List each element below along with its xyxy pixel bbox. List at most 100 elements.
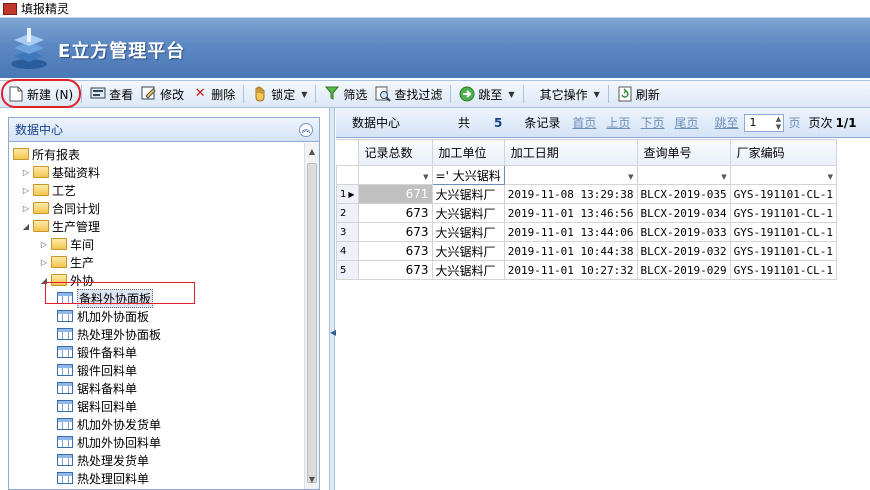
other-ops-button[interactable]: 其它操作 ▼	[536, 83, 604, 105]
tree-collapsed-icon[interactable]: ▷	[21, 204, 31, 213]
tree-report-item[interactable]: 热处理外协安排单	[57, 487, 173, 489]
date-cell[interactable]: 2019-11-01 13:46:56	[503, 203, 638, 223]
filter-dropdown-icon[interactable]: ▼	[628, 173, 633, 181]
tree-report-item[interactable]: 热处理发货单	[57, 451, 149, 469]
table-row[interactable]: 5 673 大兴锯料厂 2019-11-01 10:27:32 BLCX-2019-02…	[336, 260, 837, 280]
tree-collapsed-icon[interactable]: ▷	[39, 258, 49, 267]
search-filter-button[interactable]: 查找过滤	[371, 83, 446, 105]
tree-report-item[interactable]: 锻件备料单	[57, 343, 137, 361]
scrollbar-thumb[interactable]	[307, 163, 317, 483]
row-number[interactable]: 4	[336, 241, 359, 261]
lock-button[interactable]: 锁定 ▼	[248, 83, 311, 105]
jump-dropdown-icon[interactable]: ▼	[508, 90, 514, 99]
tree-expanded-icon[interactable]: ◢	[21, 222, 31, 231]
date-cell[interactable]: 2019-11-01 10:44:38	[503, 241, 638, 261]
row-number[interactable]: 1 ▶	[336, 184, 359, 204]
record-count-cell[interactable]: 673	[357, 260, 433, 280]
vendor-code-cell[interactable]: GYS-191101-CL-1	[729, 184, 837, 204]
filter-cell[interactable]: ▼	[357, 165, 433, 185]
tree-collapsed-icon[interactable]: ▷	[21, 186, 31, 195]
table-row[interactable]: 4 673 大兴锯料厂 2019-11-01 10:44:38 BLCX-2019-03…	[336, 241, 837, 261]
other-ops-dropdown-icon[interactable]: ▼	[594, 90, 600, 99]
vendor-code-cell[interactable]: GYS-191101-CL-1	[729, 241, 837, 261]
first-page-link[interactable]: 首页	[572, 114, 596, 131]
page-number-input[interactable]: 1 ▲ ▼	[744, 113, 785, 132]
query-number-cell[interactable]: BLCX-2019-032	[636, 241, 731, 261]
edit-button[interactable]: 修改	[137, 83, 188, 105]
unit-cell[interactable]: 大兴锯料厂	[431, 260, 505, 280]
vendor-code-cell[interactable]: GYS-191101-CL-1	[729, 260, 837, 280]
record-count-cell[interactable]: 673	[357, 222, 433, 242]
filter-cell[interactable]: ▼	[503, 165, 638, 185]
last-page-link[interactable]: 尾页	[674, 114, 698, 131]
column-header[interactable]: 厂家编码	[729, 139, 837, 166]
tree-expanded-icon[interactable]: ◢	[39, 276, 49, 285]
column-header[interactable]: 加工日期	[503, 139, 638, 166]
filter-cell[interactable]: ▼	[729, 165, 837, 185]
record-count-cell[interactable]: 673	[357, 203, 433, 223]
tree-collapsed-icon[interactable]: ▷	[39, 240, 49, 249]
filter-dropdown-icon[interactable]: ▼	[828, 173, 833, 181]
unit-cell[interactable]: 大兴锯料厂	[431, 222, 505, 242]
filter-button[interactable]: 筛选	[320, 83, 371, 105]
tree-folder-item[interactable]: ▷ 车间	[39, 235, 94, 253]
query-number-cell[interactable]: BLCX-2019-034	[636, 203, 731, 223]
scroll-down-icon[interactable]: ▼	[305, 473, 319, 487]
jump-button[interactable]: 跳至 ▼	[455, 83, 518, 105]
prev-page-link[interactable]: 上页	[606, 114, 630, 131]
query-number-cell[interactable]: BLCX-2019-033	[636, 222, 731, 242]
tree-report-item[interactable]: 锯料备料单	[57, 379, 137, 397]
date-cell[interactable]: 2019-11-01 10:27:32	[503, 260, 638, 280]
column-header[interactable]: 记录总数	[357, 139, 433, 166]
tree-report-item[interactable]: 机加外协回料单	[57, 433, 161, 451]
tree-folder-item[interactable]: ▷ 合同计划	[21, 199, 100, 217]
filter-cell[interactable]: =' 大兴锯料	[431, 165, 505, 185]
date-cell[interactable]: 2019-11-01 13:44:06	[503, 222, 638, 242]
vendor-code-cell[interactable]: GYS-191101-CL-1	[729, 222, 837, 242]
column-header[interactable]: 查询单号	[636, 139, 731, 166]
table-row[interactable]: 2 673 大兴锯料厂 2019-11-01 13:46:56 BLCX-2019-03…	[336, 203, 837, 223]
tree-scrollbar[interactable]: ▲ ▼	[304, 143, 319, 489]
record-count-cell[interactable]: 671	[357, 184, 433, 204]
tree-report-item[interactable]: 机加外协面板	[57, 307, 149, 325]
next-page-link[interactable]: 下页	[640, 114, 664, 131]
page-spinner-icon[interactable]: ▲ ▼	[773, 115, 783, 131]
delete-button[interactable]: ✕ 删除	[188, 83, 239, 105]
lock-dropdown-icon[interactable]: ▼	[301, 90, 307, 99]
tree-folder-item[interactable]: ▷ 基础资料	[21, 163, 100, 181]
column-header[interactable]: 加工单位	[431, 139, 505, 166]
collapse-panel-icon[interactable]: ︽	[299, 122, 313, 137]
row-number[interactable]: 3	[336, 222, 359, 242]
filter-dropdown-icon[interactable]: ▼	[721, 173, 726, 181]
record-count-cell[interactable]: 673	[357, 241, 433, 261]
tree-folder-item[interactable]: ▷ 工艺	[21, 181, 76, 199]
tree-folder-item[interactable]: 所有报表	[13, 145, 80, 163]
new-button[interactable]: 新建 (N)	[4, 83, 77, 105]
tree-report-item[interactable]: 热处理回料单	[57, 469, 149, 487]
tree-folder-item[interactable]: ◢ 生产管理	[21, 217, 100, 235]
table-row[interactable]: 1 ▶ 671 大兴锯料厂 2019-11-08 13:29:38 BLCX-2019-0…	[336, 184, 837, 204]
row-number[interactable]: 2	[336, 203, 359, 223]
unit-cell[interactable]: 大兴锯料厂	[431, 184, 505, 204]
scroll-up-icon[interactable]: ▲	[305, 145, 319, 159]
vendor-code-cell[interactable]: GYS-191101-CL-1	[729, 203, 837, 223]
table-row[interactable]: 3 673 大兴锯料厂 2019-11-01 13:44:06 BLCX-2019-03…	[336, 222, 837, 242]
filter-dropdown-icon[interactable]: ▼	[423, 173, 428, 181]
unit-cell[interactable]: 大兴锯料厂	[431, 241, 505, 261]
refresh-button[interactable]: 刷新	[613, 83, 664, 105]
tree-report-item[interactable]: 锻件回料单	[57, 361, 137, 379]
query-number-cell[interactable]: BLCX-2019-035	[636, 184, 731, 204]
tree-report-item[interactable]: 热处理外协面板	[57, 325, 161, 343]
tree-report-item[interactable]: 备料外协面板	[57, 288, 154, 308]
tree-folder-item[interactable]: ◢ 外协	[39, 271, 94, 289]
jump-to-link[interactable]: 跳至	[714, 114, 738, 131]
query-number-cell[interactable]: BLCX-2019-029	[636, 260, 731, 280]
filter-cell[interactable]: ▼	[636, 165, 731, 185]
row-number[interactable]: 5	[336, 260, 359, 280]
tree-report-item[interactable]: 机加外协发货单	[57, 415, 161, 433]
tree-folder-item[interactable]: ▷ 生产	[39, 253, 94, 271]
unit-cell[interactable]: 大兴锯料厂	[431, 203, 505, 223]
date-cell[interactable]: 2019-11-08 13:29:38	[503, 184, 638, 204]
tree-report-item[interactable]: 锯料回料单	[57, 397, 137, 415]
view-button[interactable]: 查看	[86, 83, 137, 105]
